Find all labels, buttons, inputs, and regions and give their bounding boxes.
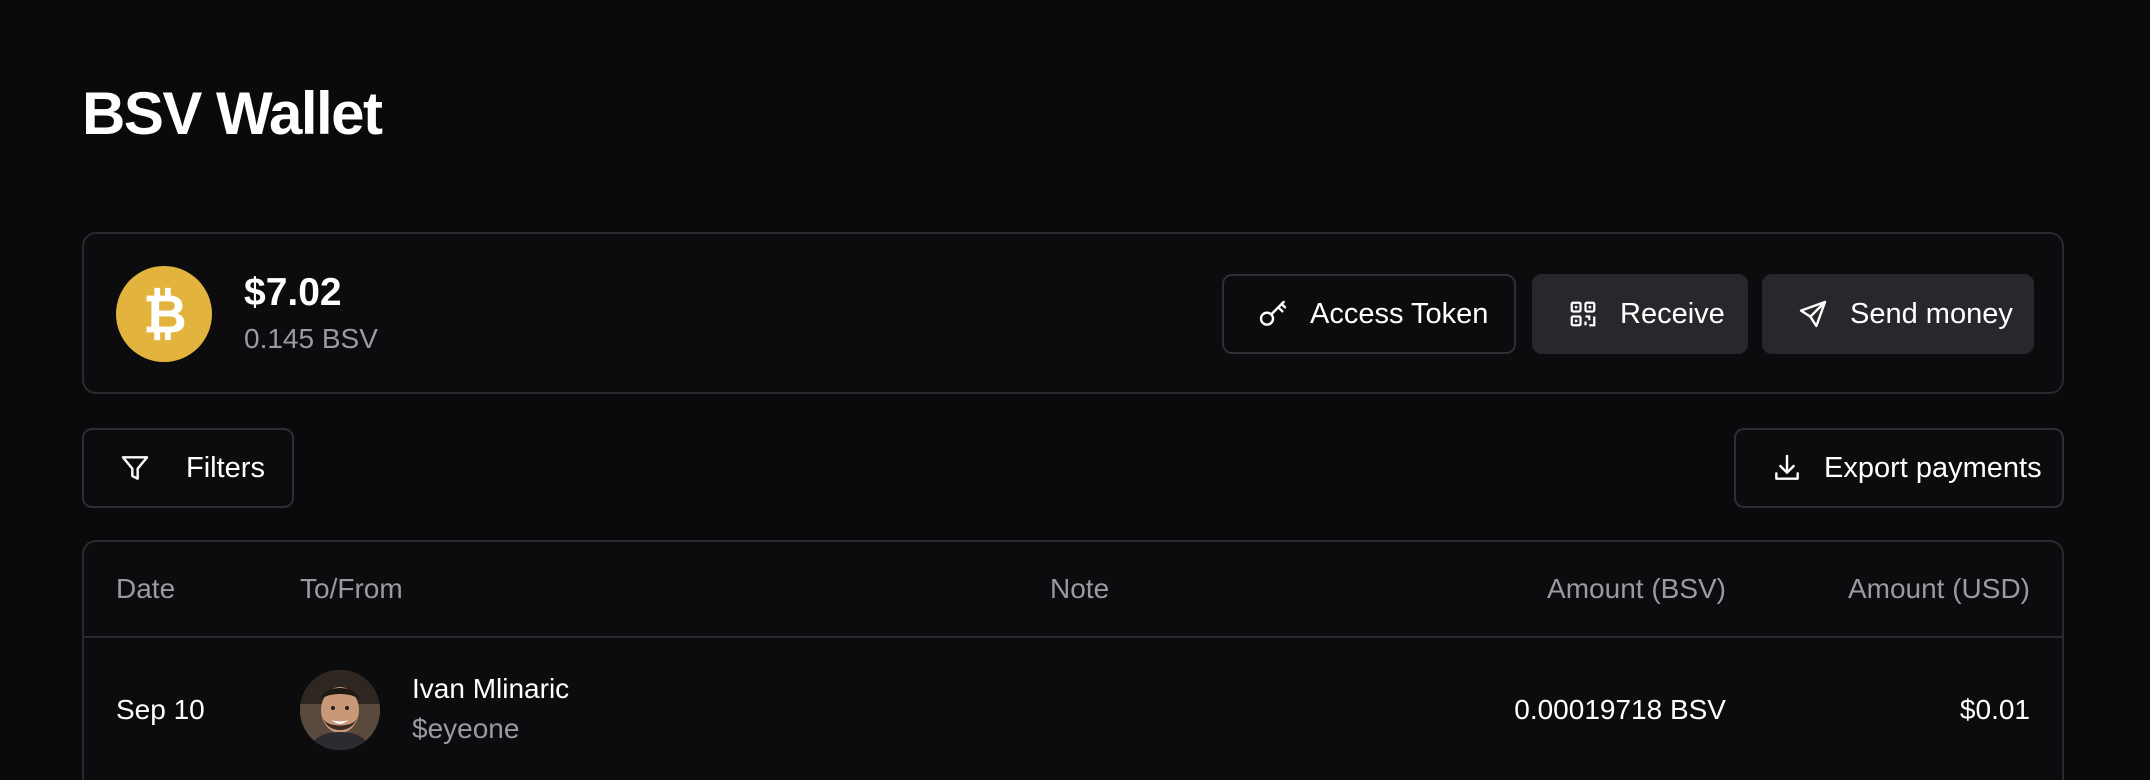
download-icon	[1770, 451, 1804, 485]
export-payments-button[interactable]: Export payments	[1734, 428, 2064, 508]
filter-icon	[118, 451, 152, 485]
column-header-amount-usd[interactable]: Amount (USD)	[1848, 572, 2030, 606]
page-title: BSV Wallet	[82, 80, 383, 147]
row-date: Sep 10	[116, 694, 205, 725]
access-token-button[interactable]: Access Token	[1222, 274, 1516, 354]
wallet-page: BSV Wallet $7.02 0.145 BSV Access Token …	[0, 0, 2150, 780]
send-money-label: Send money	[1850, 297, 2013, 330]
receive-button[interactable]: Receive	[1532, 274, 1748, 354]
column-header-amount-bsv[interactable]: Amount (BSV)	[1547, 572, 1726, 606]
row-handle: $eyeone	[412, 713, 520, 744]
bitcoin-sv-icon	[116, 266, 212, 362]
access-token-label: Access Token	[1310, 297, 1489, 330]
filters-label: Filters	[186, 451, 265, 484]
column-header-note[interactable]: Note	[1050, 572, 1109, 606]
avatar[interactable]	[300, 670, 380, 750]
key-icon	[1256, 297, 1290, 331]
table-header: Date To/From Note Amount (BSV) Amount (U…	[84, 542, 2062, 638]
row-amount-usd: $0.01	[1959, 694, 2030, 725]
send-money-button[interactable]: Send money	[1762, 274, 2034, 354]
export-payments-label: Export payments	[1824, 451, 2042, 484]
payments-table: Date To/From Note Amount (BSV) Amount (U…	[82, 540, 2064, 780]
column-header-to-from[interactable]: To/From	[300, 572, 403, 606]
balance-card: $7.02 0.145 BSV Access Token Receive Sen…	[82, 232, 2064, 394]
table-row[interactable]: Sep 10 Ivan Mlinaric $eyeone 0.00019718 …	[84, 638, 2062, 780]
row-amount-bsv: 0.00019718 BSV	[1514, 694, 1726, 725]
receive-label: Receive	[1620, 297, 1725, 330]
filters-button[interactable]: Filters	[82, 428, 294, 508]
balance-bsv: 0.145 BSV	[244, 323, 378, 354]
column-header-date[interactable]: Date	[116, 572, 175, 606]
balance-usd: $7.02	[244, 271, 342, 314]
row-name: Ivan Mlinaric	[412, 673, 570, 704]
qr-code-icon	[1566, 297, 1600, 331]
send-icon	[1796, 297, 1830, 331]
